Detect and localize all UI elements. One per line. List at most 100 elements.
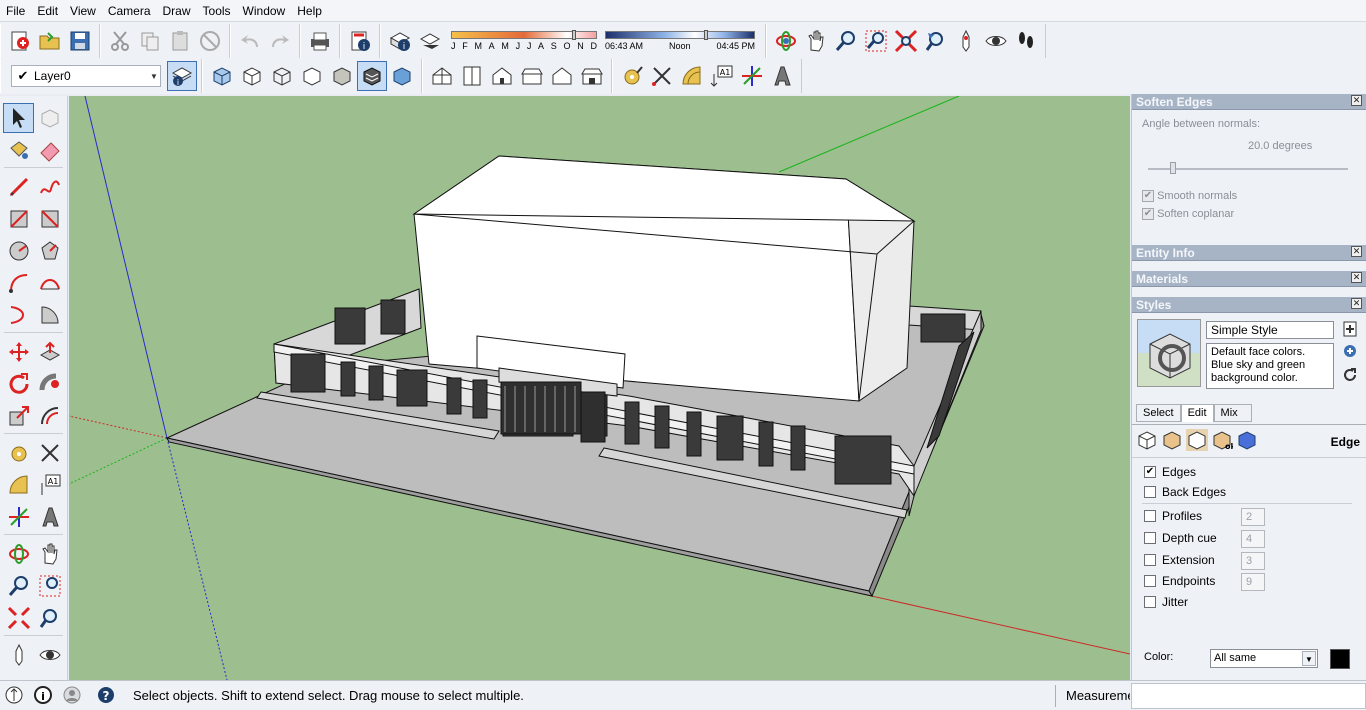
- follow-me-icon[interactable]: [34, 369, 65, 399]
- dimension-tool-icon[interactable]: [34, 438, 65, 468]
- edges-checkbox[interactable]: ✔: [1144, 466, 1156, 478]
- push-pull-icon[interactable]: [34, 337, 65, 367]
- pan-icon[interactable]: [801, 26, 831, 56]
- select-icon[interactable]: [3, 103, 34, 133]
- tab-select[interactable]: Select: [1136, 404, 1181, 422]
- edges-row[interactable]: ✔ Edges: [1144, 465, 1196, 479]
- eraser-icon[interactable]: [34, 135, 65, 165]
- zoom-extents-icon[interactable]: [891, 26, 921, 56]
- menu-view[interactable]: View: [64, 0, 102, 22]
- depth-cue-row[interactable]: Depth cue: [1144, 531, 1217, 545]
- position-camera-tool-icon[interactable]: [3, 640, 34, 670]
- arc-icon[interactable]: [3, 268, 34, 298]
- style-name-field[interactable]: Simple Style: [1206, 321, 1334, 339]
- offset-icon[interactable]: [34, 401, 65, 431]
- endpoints-value[interactable]: 9: [1241, 573, 1265, 591]
- dimension-icon[interactable]: [647, 61, 677, 91]
- 2-point-arc-icon[interactable]: [34, 268, 65, 298]
- menu-camera[interactable]: Camera: [102, 0, 157, 22]
- chevron-down-icon[interactable]: ▼: [148, 72, 160, 81]
- tape-measure-tool-icon[interactable]: [3, 438, 34, 468]
- walk-icon[interactable]: [1011, 26, 1041, 56]
- top-view-icon[interactable]: [457, 61, 487, 91]
- menu-edit[interactable]: Edit: [31, 0, 64, 22]
- jitter-checkbox[interactable]: [1144, 596, 1156, 608]
- shaded-with-textures-icon[interactable]: [357, 61, 387, 91]
- copy-icon[interactable]: [135, 26, 165, 56]
- measurements-input[interactable]: [1131, 683, 1366, 709]
- tab-mix[interactable]: Mix: [1213, 404, 1252, 422]
- menu-file[interactable]: File: [0, 0, 31, 22]
- angle-slider-thumb[interactable]: [1170, 162, 1176, 174]
- chevron-down-icon[interactable]: ▼: [1302, 651, 1316, 666]
- profiles-value[interactable]: 2: [1241, 508, 1265, 526]
- open-folder-icon[interactable]: [35, 26, 65, 56]
- face-settings-icon[interactable]: [1161, 429, 1183, 451]
- styles-header[interactable]: Styles ✕: [1132, 297, 1366, 313]
- soften-coplanar-row[interactable]: ✔ Soften coplanar: [1142, 208, 1234, 221]
- left-view-icon[interactable]: [577, 61, 607, 91]
- endpoints-checkbox[interactable]: [1144, 575, 1156, 587]
- 3d-text-tool-icon[interactable]: [34, 502, 65, 532]
- protractor-icon[interactable]: [677, 61, 707, 91]
- entity-info-header[interactable]: Entity Info ✕: [1132, 245, 1366, 261]
- move-icon[interactable]: [3, 337, 34, 367]
- user-account-icon[interactable]: [62, 685, 82, 705]
- zoom-window-tool-icon[interactable]: [34, 571, 65, 601]
- xray-icon[interactable]: [207, 61, 237, 91]
- pie-icon[interactable]: [34, 300, 65, 330]
- soften-coplanar-checkbox[interactable]: ✔: [1142, 208, 1154, 221]
- position-camera-icon[interactable]: [951, 26, 981, 56]
- style-description-field[interactable]: Default face colors. Blue sky and green …: [1206, 343, 1334, 389]
- orbit-icon[interactable]: [771, 26, 801, 56]
- zoom-icon[interactable]: [831, 26, 861, 56]
- close-icon[interactable]: ✕: [1351, 95, 1362, 106]
- axes-tool-icon[interactable]: [3, 502, 34, 532]
- edge-color-swatch[interactable]: [1330, 649, 1350, 669]
- layer-manager-icon[interactable]: i: [167, 61, 197, 91]
- line-icon[interactable]: [3, 172, 34, 202]
- zoom-window-icon[interactable]: [861, 26, 891, 56]
- color-select[interactable]: All same ▼: [1210, 649, 1318, 668]
- soften-edges-header[interactable]: Soften Edges ✕: [1132, 94, 1366, 110]
- look-around-tool-icon[interactable]: [34, 640, 65, 670]
- polygon-icon[interactable]: [34, 236, 65, 266]
- previous-view-icon[interactable]: [921, 26, 951, 56]
- rectangle-icon[interactable]: [3, 204, 34, 234]
- extension-value[interactable]: 3: [1241, 552, 1265, 570]
- back-edges-checkbox[interactable]: [1144, 486, 1156, 498]
- modeling-settings-icon[interactable]: [1236, 429, 1258, 451]
- update-style-icon[interactable]: [1342, 343, 1358, 359]
- previous-view-tool-icon[interactable]: [34, 603, 65, 633]
- time-slider[interactable]: [605, 30, 755, 40]
- rotated-rectangle-icon[interactable]: [34, 204, 65, 234]
- right-view-icon[interactable]: [517, 61, 547, 91]
- freehand-icon[interactable]: [34, 172, 65, 202]
- circle-icon[interactable]: [3, 236, 34, 266]
- iso-view-icon[interactable]: [427, 61, 457, 91]
- refresh-icon[interactable]: [1342, 367, 1358, 383]
- angle-slider-track[interactable]: [1148, 168, 1348, 170]
- back-edges-icon[interactable]: [237, 61, 267, 91]
- zoom-tool-icon[interactable]: [3, 571, 34, 601]
- menu-draw[interactable]: Draw: [157, 0, 197, 22]
- drawing-viewport[interactable]: [69, 96, 1130, 680]
- text-tool-icon[interactable]: A1: [34, 470, 65, 500]
- back-view-icon[interactable]: [547, 61, 577, 91]
- close-icon[interactable]: ✕: [1351, 272, 1362, 283]
- display-shadows-icon[interactable]: [415, 26, 445, 56]
- redo-icon[interactable]: [265, 26, 295, 56]
- protractor-tool-icon[interactable]: [3, 470, 34, 500]
- close-icon[interactable]: ✕: [1351, 298, 1362, 309]
- save-icon[interactable]: [65, 26, 95, 56]
- background-settings-icon[interactable]: [1186, 429, 1208, 451]
- menu-help[interactable]: Help: [291, 0, 328, 22]
- front-view-icon[interactable]: [487, 61, 517, 91]
- text-icon[interactable]: A1: [707, 61, 737, 91]
- jitter-row[interactable]: Jitter: [1144, 595, 1188, 609]
- layer-select[interactable]: ✔ Layer0 ▼: [11, 65, 161, 87]
- close-icon[interactable]: ✕: [1351, 246, 1362, 257]
- style-thumbnail[interactable]: [1137, 319, 1201, 387]
- hidden-line-icon[interactable]: [297, 61, 327, 91]
- shadow-settings-icon[interactable]: i: [385, 26, 415, 56]
